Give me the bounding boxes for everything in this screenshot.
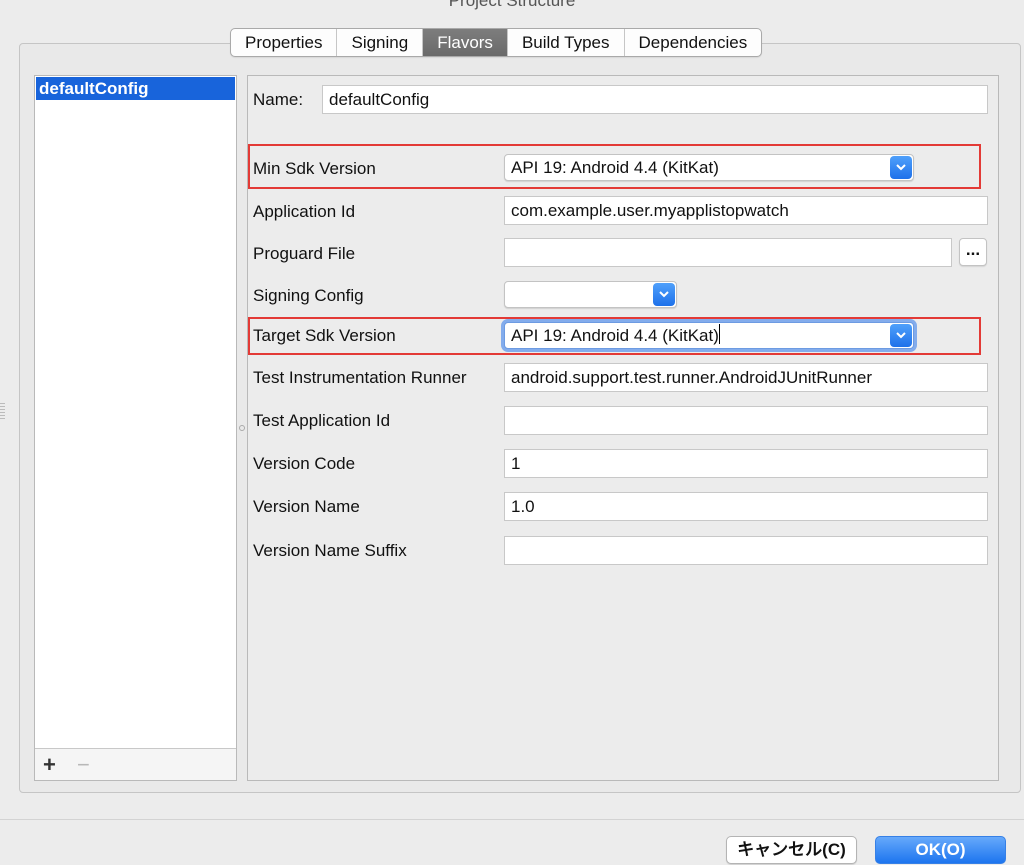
version-name-label: Version Name (253, 497, 360, 516)
name-label: Name: (253, 90, 304, 109)
resize-grip[interactable] (0, 403, 5, 421)
tab-flavors[interactable]: Flavors (423, 29, 508, 56)
add-flavor-button[interactable]: + (43, 752, 56, 778)
ok-button[interactable]: OK(O) (875, 836, 1006, 864)
version-code-field[interactable]: 1 (504, 449, 988, 478)
test-runner-label: Test Instrumentation Runner (253, 368, 467, 387)
remove-flavor-button[interactable]: − (77, 752, 90, 778)
signing-config-dropdown[interactable] (504, 281, 677, 308)
proguard-file-label: Proguard File (253, 244, 356, 263)
test-runner-field[interactable]: android.support.test.runner.AndroidJUnit… (504, 363, 988, 392)
flavor-form: Name: defaultConfig Min Sdk Version API … (247, 75, 999, 781)
test-app-id-field[interactable] (504, 406, 988, 435)
min-sdk-highlight-box (248, 144, 981, 189)
test-app-id-label: Test Application Id (253, 411, 391, 430)
window-title: Project Structure (448, 0, 576, 10)
name-field[interactable]: defaultConfig (322, 85, 988, 114)
flavor-list-item[interactable]: defaultConfig (36, 77, 235, 100)
tab-build-types[interactable]: Build Types (508, 29, 625, 56)
version-code-label: Version Code (253, 454, 356, 473)
signing-config-label: Signing Config (253, 286, 364, 305)
project-structure-dialog: Project Structure Properties Signing Fla… (0, 0, 1024, 865)
chevron-down-icon[interactable] (653, 283, 675, 306)
flavor-list: defaultConfig + − (34, 75, 237, 781)
proguard-file-field[interactable] (504, 238, 952, 267)
tab-signing[interactable]: Signing (337, 29, 424, 56)
target-sdk-highlight-box (248, 317, 981, 355)
version-name-suffix-label: Version Name Suffix (253, 541, 407, 560)
cancel-button[interactable]: キャンセル(C) (726, 836, 857, 864)
splitter-handle[interactable] (239, 425, 245, 431)
tab-bar: Properties Signing Flavors Build Types D… (230, 28, 763, 57)
footer-divider (0, 819, 1024, 820)
version-name-field[interactable]: 1.0 (504, 492, 988, 521)
application-id-label: Application Id (253, 202, 356, 221)
tab-properties[interactable]: Properties (231, 29, 338, 56)
flavor-list-toolbar: + − (35, 748, 236, 780)
version-name-suffix-field[interactable] (504, 536, 988, 565)
tab-dependencies[interactable]: Dependencies (625, 29, 762, 56)
application-id-field[interactable]: com.example.user.myapplistopwatch (504, 196, 988, 225)
browse-proguard-button[interactable]: ... (959, 238, 987, 266)
